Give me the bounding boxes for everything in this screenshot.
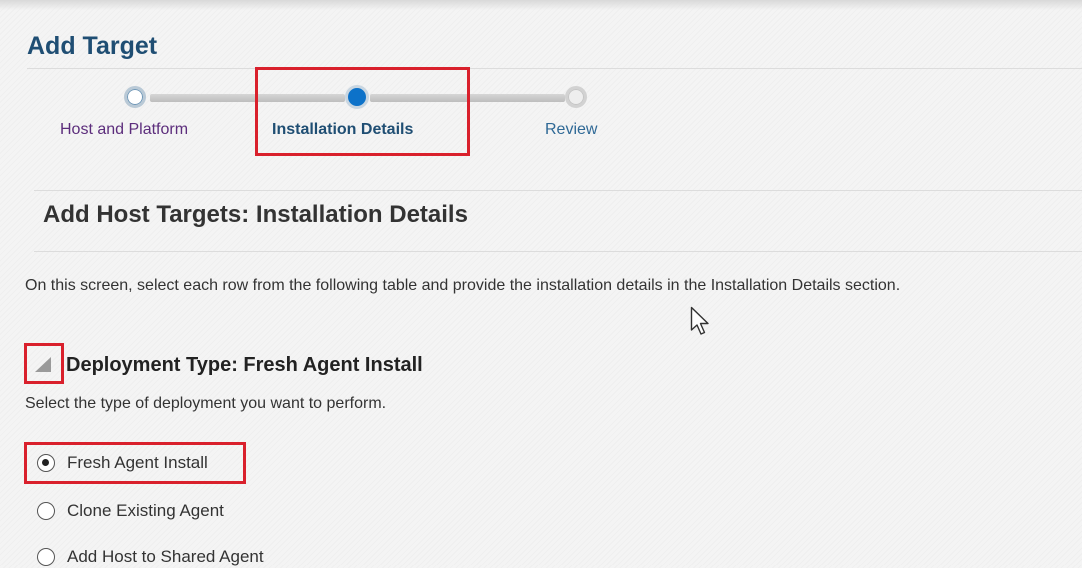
instruction-text: On this screen, select each row from the… (25, 277, 901, 294)
radio-clone-existing-agent[interactable]: Clone Existing Agent (37, 500, 224, 522)
deployment-type-header: Deployment Type: Fresh Agent Install (66, 354, 423, 376)
radio-button[interactable] (37, 548, 55, 566)
section-divider (34, 251, 1082, 252)
radio-label[interactable]: Add Host to Shared Agent (67, 547, 264, 567)
radio-button[interactable] (37, 502, 55, 520)
step-host-and-platform-stop[interactable] (124, 86, 146, 108)
callout-current-step (255, 67, 470, 156)
step-review-label: Review (545, 121, 598, 138)
section-divider (34, 190, 1082, 191)
step-host-and-platform-label[interactable]: Host and Platform (60, 121, 188, 139)
step-review-stop (565, 86, 587, 108)
deployment-type-description: Select the type of deployment you want t… (25, 395, 387, 412)
radio-label[interactable]: Clone Existing Agent (67, 501, 224, 521)
callout-disclosure-toggle (24, 343, 64, 384)
callout-selected-option (24, 442, 246, 484)
mouse-pointer-icon (690, 306, 709, 335)
section-title: Add Host Targets: Installation Details (43, 201, 468, 228)
